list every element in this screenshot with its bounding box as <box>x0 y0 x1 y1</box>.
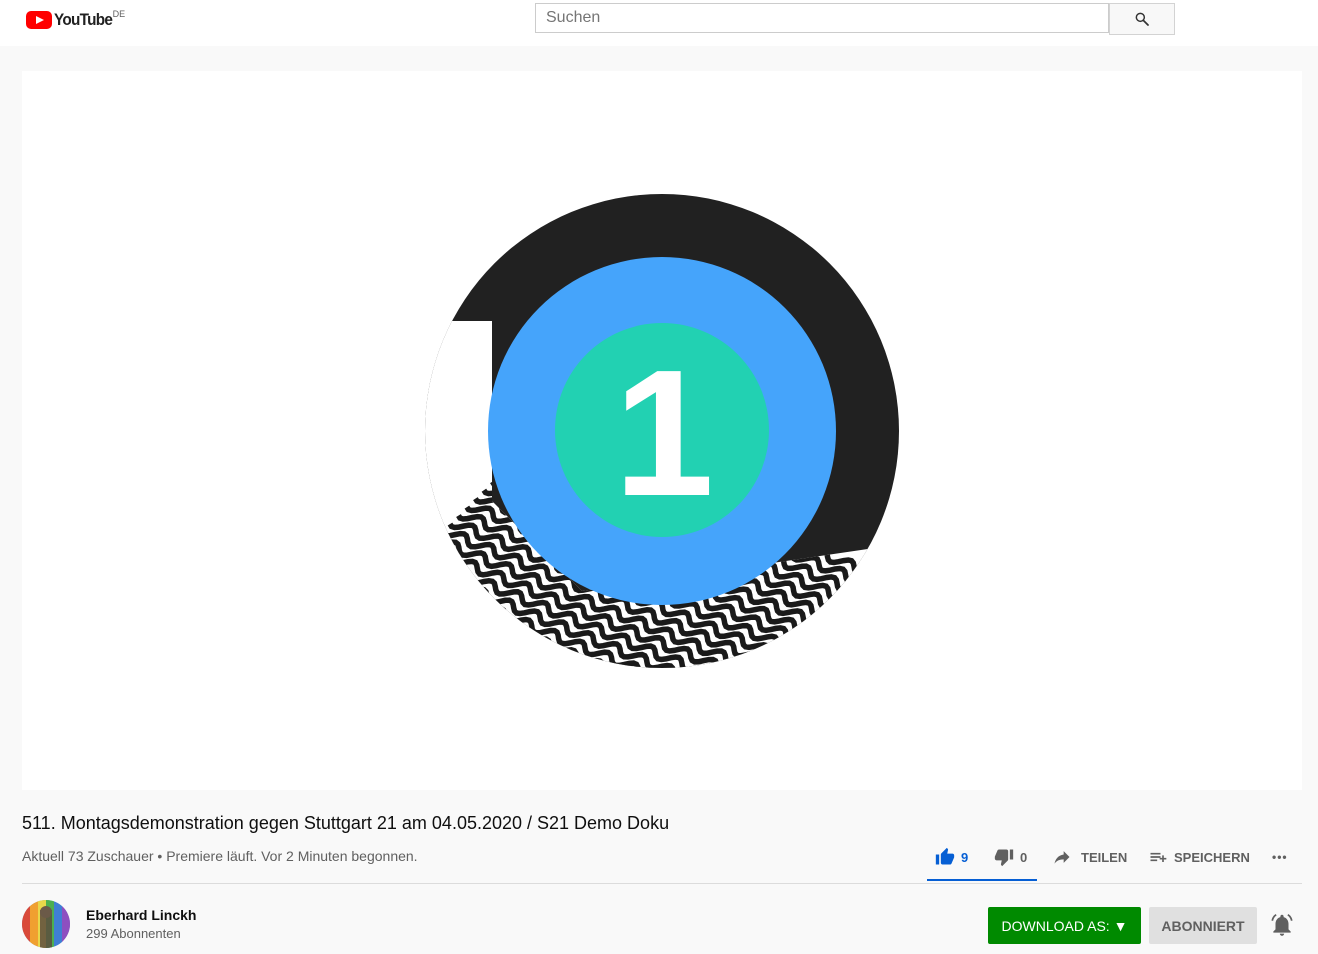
bell-icon <box>1271 913 1293 936</box>
channel-avatar[interactable] <box>22 900 70 948</box>
search-input[interactable] <box>535 3 1109 33</box>
action-bar: 9 0 TEILEN SPEICHERN ••• <box>0 846 1318 870</box>
download-button[interactable]: DOWNLOAD AS: ▼ <box>988 907 1141 944</box>
countdown-graphic: 1 <box>297 194 899 790</box>
logo-text: YouTube <box>54 10 113 29</box>
search-button[interactable] <box>1109 3 1175 35</box>
more-icon: ••• <box>1272 850 1288 864</box>
avatar-image <box>22 900 70 948</box>
subscribe-button[interactable]: ABONNIERT <box>1149 907 1257 944</box>
wave-stripe <box>425 649 697 668</box>
like-count: 9 <box>961 849 969 865</box>
search-icon <box>1135 12 1149 26</box>
video-player[interactable]: 1 <box>22 71 1302 790</box>
youtube-logo[interactable]: YouTube DE <box>26 9 131 30</box>
dislike-count: 0 <box>1020 849 1028 865</box>
masthead: YouTube DE <box>0 0 1318 46</box>
notification-bell-button[interactable] <box>1269 912 1295 938</box>
countdown-number: 1 <box>614 333 714 534</box>
wave-stripe <box>425 658 689 668</box>
save-button[interactable]: SPEICHERN <box>1148 846 1250 868</box>
save-label: SPEICHERN <box>1174 849 1250 865</box>
playlist-add-icon <box>1150 852 1167 862</box>
share-button[interactable]: TEILEN <box>1052 846 1127 868</box>
like-ratio-bar <box>927 879 1037 881</box>
youtube-play-icon <box>26 11 52 29</box>
thumbs-up-icon <box>935 847 955 865</box>
share-label: TEILEN <box>1081 849 1128 865</box>
video-title: 511. Montagsdemonstration gegen Stuttgar… <box>22 813 670 833</box>
like-button[interactable]: 9 <box>935 846 968 868</box>
wave-stripe <box>425 666 681 668</box>
channel-name[interactable]: Eberhard Linckh <box>86 907 196 923</box>
dislike-button[interactable]: 0 <box>994 846 1027 868</box>
thumbs-down-icon <box>994 849 1014 867</box>
wave-stripe <box>297 677 669 790</box>
country-code: DE <box>112 9 126 19</box>
subscriber-count: 299 Abonnenten <box>86 926 181 941</box>
more-actions-button[interactable]: ••• <box>1272 846 1288 868</box>
share-icon <box>1054 851 1070 864</box>
divider <box>22 883 1302 884</box>
